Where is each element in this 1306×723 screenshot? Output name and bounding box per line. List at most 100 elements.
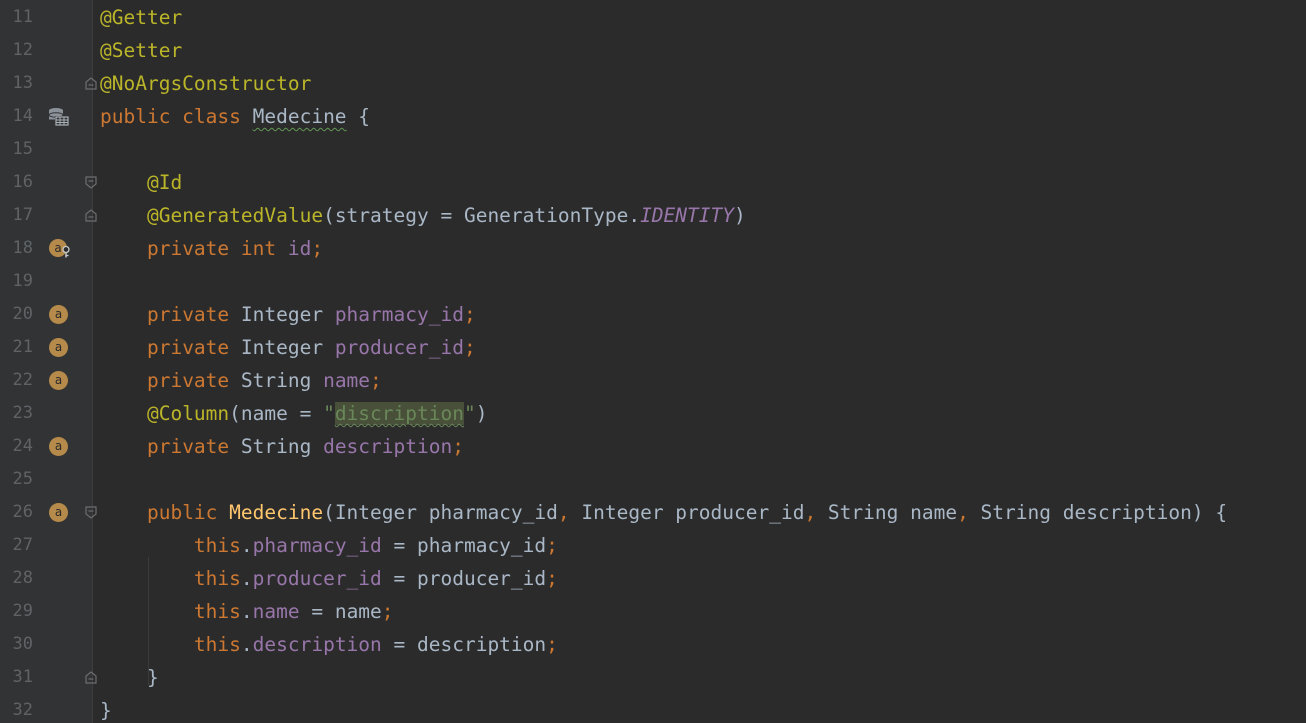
line-number[interactable]: 11	[0, 1, 33, 34]
code-token: name	[252, 600, 300, 623]
code-text[interactable]: public Medecine(Integer pharmacy_id, Int…	[100, 496, 1227, 529]
line-number[interactable]: 30	[0, 628, 33, 661]
fold-end-icon[interactable]	[85, 209, 97, 222]
fold-collapse-icon[interactable]	[85, 176, 97, 189]
code-text[interactable]: @Getter	[100, 1, 182, 34]
code-line[interactable]: 23 @Column(name = "discription")	[0, 397, 1306, 430]
code-token: @GeneratedValue	[146, 204, 324, 227]
code-line[interactable]: 32}	[0, 694, 1306, 723]
code-text[interactable]: @Column(name = "discription")	[100, 397, 487, 430]
code-line[interactable]: 15	[0, 133, 1306, 166]
code-editor[interactable]: 11 @Getter 12 @Setter 13 @NoArgsConstructor 14…	[0, 0, 1306, 723]
line-number[interactable]: 21	[0, 331, 33, 364]
code-line[interactable]: 25	[0, 463, 1306, 496]
line-number[interactable]: 24	[0, 430, 33, 463]
code-text[interactable]: public class Medecine {	[100, 100, 370, 133]
code-text[interactable]: }	[100, 694, 112, 723]
indent-guide	[148, 557, 149, 685]
code-token: ;	[463, 303, 476, 326]
line-number[interactable]: 16	[0, 166, 33, 199]
line-number[interactable]: 31	[0, 661, 33, 694]
code-line[interactable]: 26 public Medecine(Integer pharmacy_id, …	[0, 496, 1306, 529]
line-number[interactable]: 27	[0, 529, 33, 562]
code-token: description	[323, 435, 453, 458]
field-icon[interactable]: a	[49, 338, 68, 357]
line-number[interactable]: 15	[0, 133, 33, 166]
code-token: private	[146, 369, 241, 392]
code-token: ;	[452, 435, 464, 458]
line-number[interactable]: 28	[0, 562, 33, 595]
line-number[interactable]: 14	[0, 100, 33, 133]
code-token: @Setter	[100, 39, 183, 62]
line-number[interactable]: 17	[0, 199, 33, 232]
code-line[interactable]: 28 this.producer_id = producer_id;	[0, 562, 1306, 595]
code-line[interactable]: 21 private Integer producer_id; a	[0, 331, 1306, 364]
code-text[interactable]: private Integer pharmacy_id;	[100, 298, 476, 331]
fold-collapse-icon[interactable]	[85, 506, 97, 519]
line-number[interactable]: 20	[0, 298, 33, 331]
code-text[interactable]: @GeneratedValue(strategy = GenerationTyp…	[100, 199, 746, 232]
code-text[interactable]: this.producer_id = producer_id;	[100, 562, 558, 595]
code-line[interactable]: 30 this.description = description;	[0, 628, 1306, 661]
code-token: private	[146, 303, 241, 326]
code-line[interactable]: 11 @Getter	[0, 1, 1306, 34]
code-token: Integer	[240, 303, 335, 326]
code-line[interactable]: 16 @Id	[0, 166, 1306, 199]
fold-end-icon[interactable]	[85, 671, 97, 684]
line-number[interactable]: 32	[0, 694, 33, 723]
code-text[interactable]: private int id;	[100, 232, 323, 265]
fold-end-icon[interactable]	[85, 77, 97, 90]
database-table-icon[interactable]	[48, 107, 70, 127]
code-token: @Column	[146, 402, 230, 425]
code-token: id	[287, 237, 312, 260]
code-token: String description) {	[980, 501, 1228, 524]
line-number[interactable]: 18	[0, 232, 33, 265]
code-text[interactable]: this.description = description;	[100, 628, 558, 661]
code-token: private	[146, 336, 241, 359]
code-line[interactable]: 18 private int id; a	[0, 232, 1306, 265]
code-text[interactable]: this.name = name;	[100, 595, 394, 628]
code-line[interactable]: 22 private String name; a	[0, 364, 1306, 397]
code-text[interactable]: }	[100, 661, 159, 694]
code-text[interactable]: @NoArgsConstructor	[100, 67, 311, 100]
code-line[interactable]: 13 @NoArgsConstructor	[0, 67, 1306, 100]
code-token: ,	[557, 501, 582, 524]
code-text[interactable]: private String name;	[100, 364, 382, 397]
code-text[interactable]: @Setter	[100, 34, 182, 67]
code-line[interactable]: 14 public class Medecine {	[0, 100, 1306, 133]
code-token: "	[323, 402, 335, 425]
code-line[interactable]: 29 this.name = name;	[0, 595, 1306, 628]
field-icon[interactable]: a	[49, 437, 68, 456]
code-text[interactable]: this.pharmacy_id = pharmacy_id;	[100, 529, 558, 562]
line-number[interactable]: 19	[0, 265, 33, 298]
line-number[interactable]: 26	[0, 496, 33, 529]
line-number[interactable]: 25	[0, 463, 33, 496]
code-line[interactable]: 27 this.pharmacy_id = pharmacy_id;	[0, 529, 1306, 562]
code-line[interactable]: 24 private String description; a	[0, 430, 1306, 463]
code-text[interactable]: @Id	[100, 166, 182, 199]
line-number[interactable]: 13	[0, 67, 33, 100]
code-line[interactable]: 31 }	[0, 661, 1306, 694]
code-line[interactable]: 19	[0, 265, 1306, 298]
line-number[interactable]: 23	[0, 397, 33, 430]
code-text[interactable]: private Integer producer_id;	[100, 331, 476, 364]
code-token: pharmacy_id	[252, 534, 382, 557]
line-number[interactable]: 12	[0, 34, 33, 67]
field-icon[interactable]: a	[49, 305, 68, 324]
code-line[interactable]: 12 @Setter	[0, 34, 1306, 67]
code-line[interactable]: 20 private Integer pharmacy_id; a	[0, 298, 1306, 331]
field-icon[interactable]: a	[49, 503, 68, 522]
code-token: description	[252, 633, 382, 656]
code-line[interactable]: 17 @GeneratedValue(strategy = Generation…	[0, 199, 1306, 232]
line-number[interactable]: 29	[0, 595, 33, 628]
field-icon[interactable]: a	[49, 371, 68, 390]
code-token: @NoArgsConstructor	[100, 72, 312, 95]
code-text[interactable]: private String description;	[100, 430, 464, 463]
code-token: discription	[334, 402, 464, 425]
line-number[interactable]: 22	[0, 364, 33, 397]
